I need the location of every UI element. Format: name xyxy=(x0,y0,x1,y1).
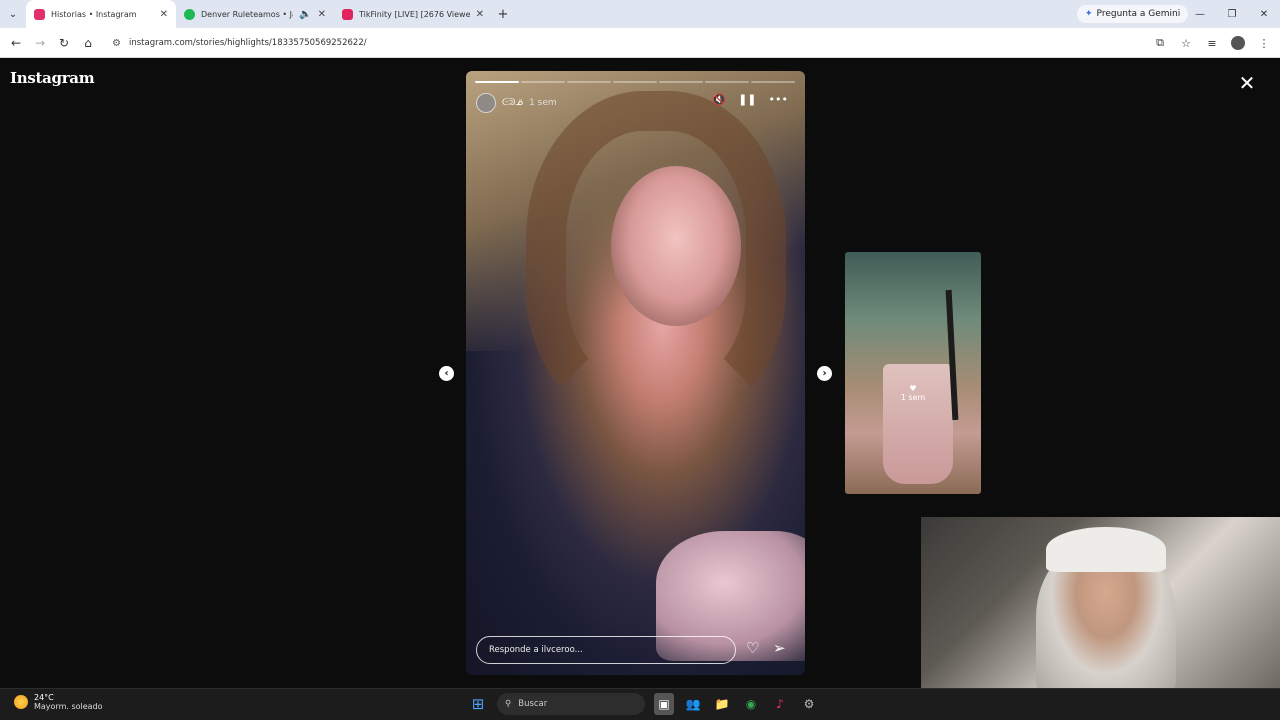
progress-segment xyxy=(567,81,611,83)
weather-desc: Mayorm. soleado xyxy=(34,702,103,711)
next-story-time: 1 sem xyxy=(900,393,926,402)
close-tab-icon[interactable]: ✕ xyxy=(476,9,484,20)
forward-icon[interactable]: → xyxy=(28,31,52,55)
next-story-heart-icon: ♥ xyxy=(909,384,917,393)
next-story-image-cup xyxy=(883,364,953,484)
taskbar-search[interactable]: ⚲ Buscar xyxy=(497,693,645,715)
media-control-icon[interactable]: ≡ xyxy=(1202,31,1222,55)
search-placeholder: Buscar xyxy=(518,699,548,709)
mute-tab-icon[interactable]: 🔈 xyxy=(299,9,311,20)
story-image-face xyxy=(611,166,741,326)
menu-icon[interactable]: ⋮ xyxy=(1254,31,1274,55)
browser-toolbar: ← → ↻ ⌂ ⚙ instagram.com/stories/highligh… xyxy=(0,28,1280,58)
reload-icon[interactable]: ↻ xyxy=(52,31,76,55)
weather-sun-icon xyxy=(14,695,28,709)
instagram-stories-viewer: Instagram ✕ ᕮᕲᓆ 1 sem 🔇 ❚❚ ••• Responde … xyxy=(0,58,1280,688)
install-app-icon[interactable]: ⧉ xyxy=(1150,31,1170,55)
tab-label: TikFinity [LIVE] [2676 Viewers] xyxy=(359,9,470,19)
progress-segment xyxy=(751,81,795,83)
taskbar-apps: ⊞ ⚲ Buscar ▣ 👥 📁 ◉ ♪ ⚙ xyxy=(468,693,819,715)
window-close-icon[interactable]: ✕ xyxy=(1248,0,1280,28)
instagram-icon xyxy=(34,8,45,20)
tab-label: Historias • Instagram xyxy=(51,9,137,19)
task-view-icon[interactable]: ▣ xyxy=(654,693,674,715)
next-story-meta: ♥ 1 sem xyxy=(845,384,981,402)
avatar[interactable] xyxy=(476,93,496,113)
home-icon[interactable]: ⌂ xyxy=(76,31,100,55)
story-time: 1 sem xyxy=(529,98,557,108)
chrome-icon[interactable]: ◉ xyxy=(741,693,761,715)
progress-segment xyxy=(705,81,749,83)
gemini-icon: ✦ xyxy=(1085,9,1093,19)
settings-gear-icon[interactable]: ⚙ xyxy=(799,693,819,715)
story-frame[interactable]: ᕮᕲᓆ 1 sem 🔇 ❚❚ ••• Responde a ilvceroo..… xyxy=(466,71,805,675)
address-bar[interactable]: ⚙ instagram.com/stories/highlights/18335… xyxy=(106,32,1196,54)
progress-segment xyxy=(521,81,565,83)
tab-instagram[interactable]: Historias • Instagram ✕ xyxy=(26,0,176,28)
new-tab-button[interactable]: + xyxy=(492,7,514,22)
webcam-overlay xyxy=(921,517,1280,688)
url-text: instagram.com/stories/highlights/1833575… xyxy=(128,38,367,48)
next-story-chevron-icon[interactable]: › xyxy=(817,366,832,381)
spotify-icon xyxy=(184,8,195,20)
more-options-icon[interactable]: ••• xyxy=(769,93,788,106)
gemini-button[interactable]: ✦ Pregunta a Gemini xyxy=(1077,5,1189,23)
file-explorer-icon[interactable]: 📁 xyxy=(712,693,732,715)
teams-icon[interactable]: 👥 xyxy=(683,693,703,715)
windows-start-icon[interactable]: ⊞ xyxy=(468,693,488,715)
gemini-label: Pregunta a Gemini xyxy=(1096,9,1181,19)
close-tab-icon[interactable]: ✕ xyxy=(160,9,168,20)
weather-widget[interactable]: 24°C Mayorm. soleado xyxy=(14,693,103,711)
bookmark-star-icon[interactable]: ☆ xyxy=(1176,31,1196,55)
site-info-icon[interactable]: ⚙ xyxy=(112,38,121,49)
back-icon[interactable]: ← xyxy=(4,31,28,55)
next-story-preview[interactable]: ♥ 1 sem xyxy=(845,252,981,494)
share-send-icon[interactable]: ➢ xyxy=(773,639,786,657)
tab-label: Denver Ruleteamos • Javier xyxy=(201,9,293,19)
story-progress-bar xyxy=(475,81,795,83)
like-heart-icon[interactable]: ♡ xyxy=(746,639,759,657)
tiktok-icon[interactable]: ♪ xyxy=(770,693,790,715)
toolbar-actions: ⧉ ☆ ≡ ⋮ xyxy=(1150,31,1274,55)
story-header: ᕮᕲᓆ 1 sem 🔇 ❚❚ ••• xyxy=(476,91,796,115)
progress-segment xyxy=(475,81,519,83)
instagram-logo[interactable]: Instagram xyxy=(10,69,95,87)
close-viewer-icon[interactable]: ✕ xyxy=(1236,72,1258,94)
close-tab-icon[interactable]: ✕ xyxy=(318,9,326,20)
pause-icon[interactable]: ❚❚ xyxy=(738,93,756,106)
tab-strip: ⌄ Historias • Instagram ✕ Denver Ruletea… xyxy=(0,0,1280,28)
search-icon: ⚲ xyxy=(505,699,512,709)
mute-icon[interactable]: 🔇 xyxy=(712,93,726,106)
reply-placeholder: Responde a ilvceroo... xyxy=(489,645,583,655)
previous-story-chevron-icon[interactable]: ‹ xyxy=(439,366,454,381)
progress-segment xyxy=(659,81,703,83)
tab-spotify[interactable]: Denver Ruleteamos • Javier 🔈 ✕ xyxy=(176,0,334,28)
profile-avatar[interactable] xyxy=(1228,31,1248,55)
tikfinity-icon xyxy=(342,8,353,20)
webcam-cap xyxy=(1046,527,1166,572)
windows-taskbar: 24°C Mayorm. soleado ⊞ ⚲ Buscar ▣ 👥 📁 ◉ … xyxy=(0,688,1280,720)
story-username[interactable]: ᕮᕲᓆ xyxy=(502,98,523,108)
window-controls: — ❐ ✕ xyxy=(1184,0,1280,28)
restore-icon[interactable]: ❐ xyxy=(1216,0,1248,28)
weather-temp: 24°C xyxy=(34,693,54,702)
tab-tikfinity[interactable]: TikFinity [LIVE] [2676 Viewers] ✕ xyxy=(334,0,492,28)
progress-segment xyxy=(613,81,657,83)
reply-input[interactable]: Responde a ilvceroo... xyxy=(476,636,736,664)
minimize-icon[interactable]: — xyxy=(1184,0,1216,28)
tab-list-button[interactable]: ⌄ xyxy=(0,0,26,28)
